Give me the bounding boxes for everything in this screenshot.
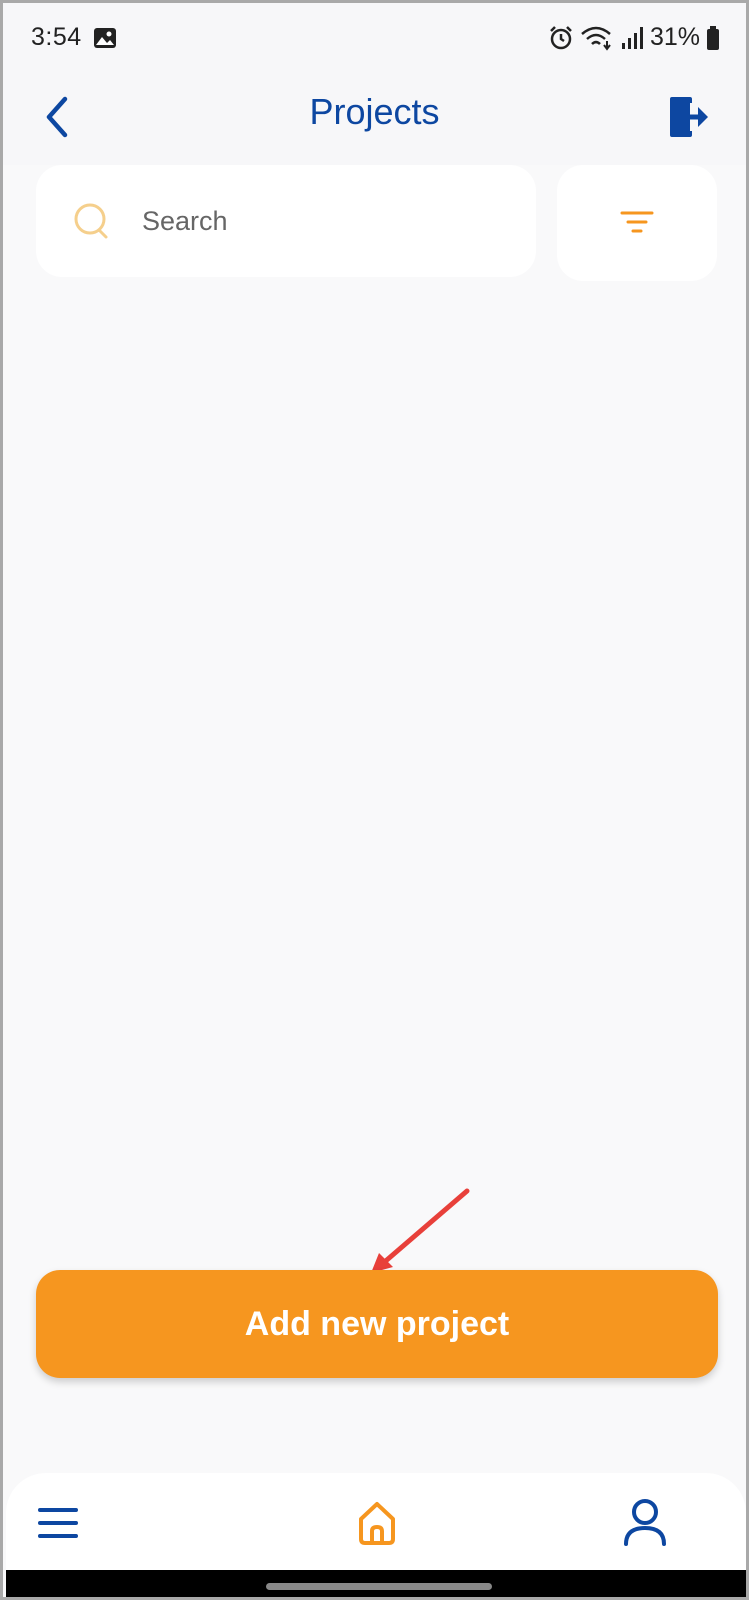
wifi-icon [581, 26, 611, 51]
app-screen: 3:54 31% Projects Search Add new project [0, 0, 749, 1600]
page-title: Projects [309, 91, 440, 132]
image-icon [94, 28, 116, 48]
logout-button[interactable] [664, 87, 716, 147]
app-header: Projects [3, 75, 746, 165]
system-nav-bar [6, 1570, 746, 1597]
nav-profile[interactable] [617, 1495, 673, 1551]
filter-button[interactable] [557, 165, 717, 281]
add-new-project-button[interactable]: Add new project [36, 1270, 718, 1378]
search-box [36, 165, 536, 277]
home-indicator[interactable] [266, 1583, 492, 1590]
menu-icon [38, 1508, 78, 1538]
status-bar: 3:54 31% [3, 3, 746, 75]
annotation-arrow-icon [371, 1188, 470, 1273]
user-icon [624, 1499, 666, 1546]
status-icons: 31% [548, 23, 720, 52]
battery-icon [707, 25, 719, 50]
bottom-nav [6, 1473, 746, 1578]
home-icon [359, 1502, 395, 1545]
search-icon [74, 203, 108, 239]
filter-icon [620, 211, 654, 233]
search-input[interactable] [140, 204, 444, 238]
nav-home[interactable] [349, 1495, 405, 1551]
signal-icon [621, 26, 643, 49]
battery-percent: 31% [649, 23, 700, 51]
nav-menu[interactable] [30, 1495, 86, 1551]
alarm-icon [550, 25, 572, 49]
status-time: 3:54 [31, 23, 82, 51]
logout-icon [670, 97, 708, 137]
